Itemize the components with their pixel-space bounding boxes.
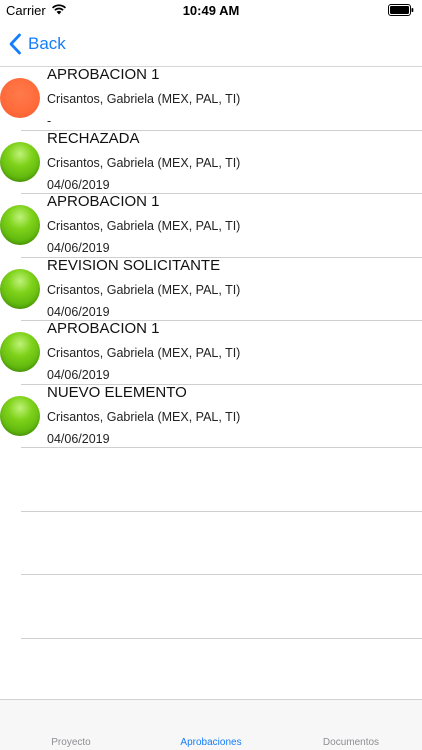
item-person: Crisantos, Gabriela (MEX, PAL, TI) <box>47 282 241 297</box>
item-date: 04/06/2019 <box>47 241 110 255</box>
item-title: APROBACION 1 <box>47 320 160 337</box>
status-bar: Carrier 10:49 AM <box>0 0 422 22</box>
list-item[interactable]: REVISION SOLICITANTE Crisantos, Gabriela… <box>0 257 422 321</box>
item-date: 04/06/2019 <box>47 431 110 446</box>
item-person: Crisantos, Gabriela (MEX, PAL, TI) <box>47 92 241 106</box>
tab-aprobaciones[interactable]: Aprobaciones <box>141 737 281 748</box>
item-person: Crisantos, Gabriela (MEX, PAL, TI) <box>47 409 241 424</box>
item-title: RECHAZADA <box>47 129 140 147</box>
navigation-bar: Back <box>0 22 422 67</box>
approvals-list: APROBACION 1 Crisantos, Gabriela (MEX, P… <box>0 66 422 639</box>
item-title: REVISION SOLICITANTE <box>47 256 221 274</box>
back-button[interactable]: Back <box>8 28 66 60</box>
item-person: Crisantos, Gabriela (MEX, PAL, TI) <box>47 346 241 360</box>
item-date: 04/06/2019 <box>47 304 110 319</box>
status-green-icon <box>0 268 40 309</box>
item-title: APROBACION 1 <box>47 66 160 83</box>
item-title: APROBACION 1 <box>47 193 160 210</box>
list-item[interactable]: NUEVO ELEMENTO Crisantos, Gabriela (MEX,… <box>0 384 422 448</box>
status-time: 10:49 AM <box>182 3 240 18</box>
status-green-icon <box>0 141 40 182</box>
item-date: - <box>47 114 52 128</box>
row-separator <box>21 637 422 639</box>
item-person: Crisantos, Gabriela (MEX, PAL, TI) <box>47 155 241 170</box>
empty-row <box>0 511 422 575</box>
status-green-icon <box>0 332 40 372</box>
status-orange-icon <box>0 78 40 118</box>
status-green-icon <box>0 205 40 245</box>
item-date: 04/06/2019 <box>47 368 110 382</box>
tab-proyecto[interactable]: Proyecto <box>1 737 141 748</box>
empty-row <box>0 574 422 639</box>
tab-documentos[interactable]: Documentos <box>281 737 421 748</box>
list-item[interactable]: APROBACION 1 Crisantos, Gabriela (MEX, P… <box>0 320 422 385</box>
tab-bar: Proyecto Aprobaciones Documentos <box>0 699 422 750</box>
empty-row <box>0 447 422 512</box>
item-person: Crisantos, Gabriela (MEX, PAL, TI) <box>47 219 241 233</box>
battery-icon <box>388 4 414 16</box>
list-item[interactable]: APROBACION 1 Crisantos, Gabriela (MEX, P… <box>0 66 422 131</box>
status-green-icon <box>0 395 40 436</box>
list-item[interactable]: RECHAZADA Crisantos, Gabriela (MEX, PAL,… <box>0 130 422 194</box>
chevron-left-icon <box>9 33 21 55</box>
list-item[interactable]: APROBACION 1 Crisantos, Gabriela (MEX, P… <box>0 193 422 258</box>
item-date: 04/06/2019 <box>47 177 110 192</box>
back-label: Back <box>28 34 66 53</box>
item-title: NUEVO ELEMENTO <box>47 383 187 401</box>
